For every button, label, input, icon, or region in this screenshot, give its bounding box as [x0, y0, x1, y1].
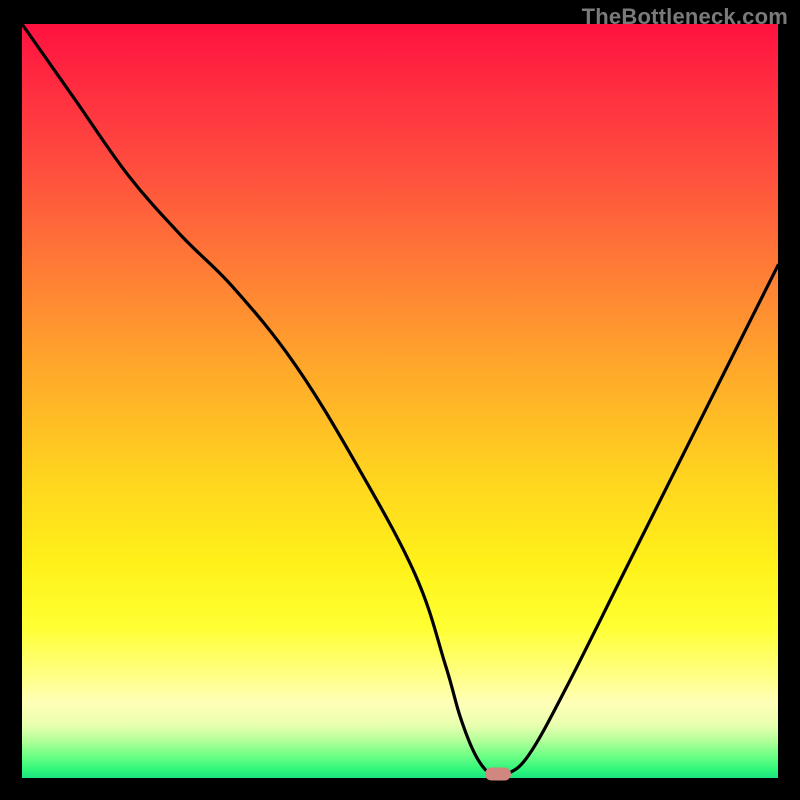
plot-area	[22, 24, 778, 778]
bottleneck-curve	[22, 24, 778, 778]
optimal-marker	[485, 768, 511, 781]
chart-frame: TheBottleneck.com	[0, 0, 800, 800]
